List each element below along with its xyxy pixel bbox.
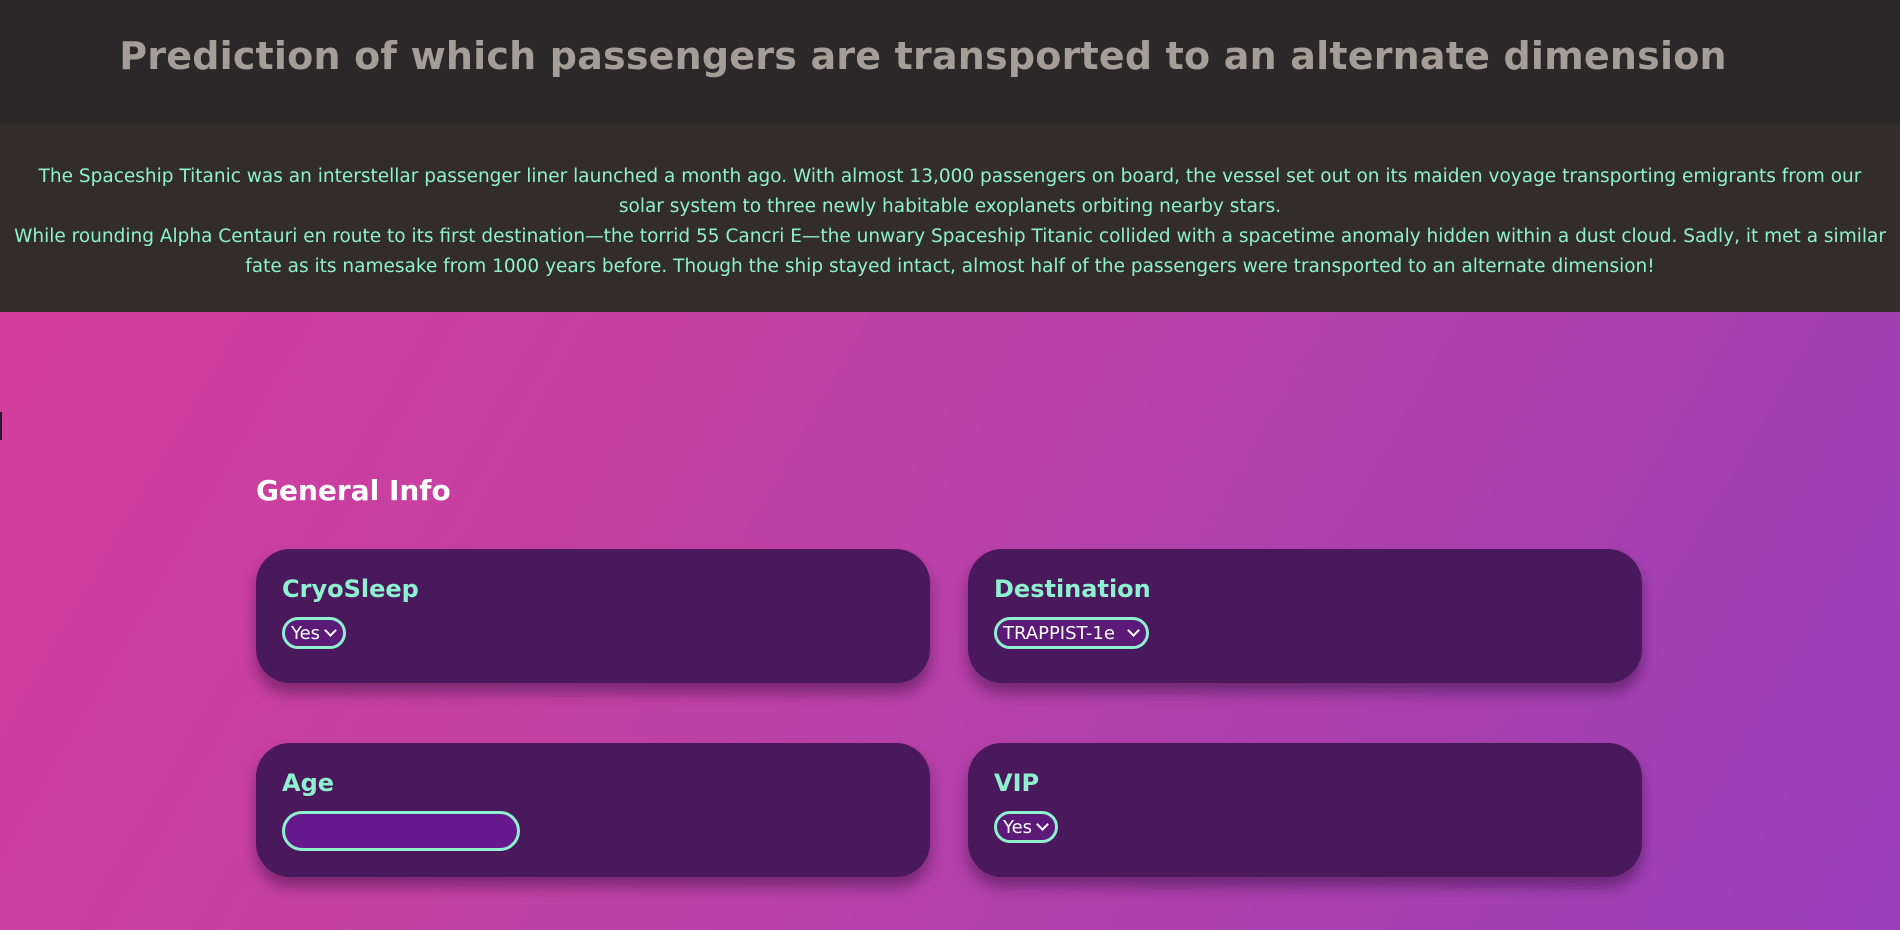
destination-card: Destination TRAPPIST-1e <box>968 549 1642 683</box>
cryosleep-select[interactable]: Yes <box>282 617 347 649</box>
age-input[interactable] <box>282 811 520 851</box>
age-card: Age <box>256 743 930 877</box>
cryosleep-select-value: Yes <box>291 622 321 644</box>
text-cursor <box>0 412 2 440</box>
cryosleep-label: CryoSleep <box>282 575 419 603</box>
cryosleep-card: CryoSleep Yes <box>256 549 930 683</box>
chevron-down-icon <box>324 624 337 637</box>
vip-card: VIP Yes <box>968 743 1642 877</box>
age-label: Age <box>282 769 335 797</box>
destination-select[interactable]: TRAPPIST-1e <box>994 617 1149 649</box>
destination-select-value: TRAPPIST-1e <box>1003 622 1115 644</box>
intro-paragraph-2: While rounding Alpha Centauri en route t… <box>14 226 1886 277</box>
section-title-general-info: General Info <box>256 474 451 507</box>
page-title: Prediction of which passengers are trans… <box>119 34 1727 78</box>
header: Prediction of which passengers are trans… <box>0 0 1900 124</box>
vip-select[interactable]: Yes <box>994 811 1059 843</box>
vip-select-value: Yes <box>1003 816 1033 838</box>
vip-label: VIP <box>994 769 1040 797</box>
chevron-down-icon <box>1036 818 1049 831</box>
intro-section: The Spaceship Titanic was an interstella… <box>0 124 1900 312</box>
intro-text: The Spaceship Titanic was an interstella… <box>14 162 1886 282</box>
intro-paragraph-1: The Spaceship Titanic was an interstella… <box>38 166 1862 217</box>
chevron-down-icon <box>1127 624 1140 637</box>
destination-label: Destination <box>994 575 1151 603</box>
